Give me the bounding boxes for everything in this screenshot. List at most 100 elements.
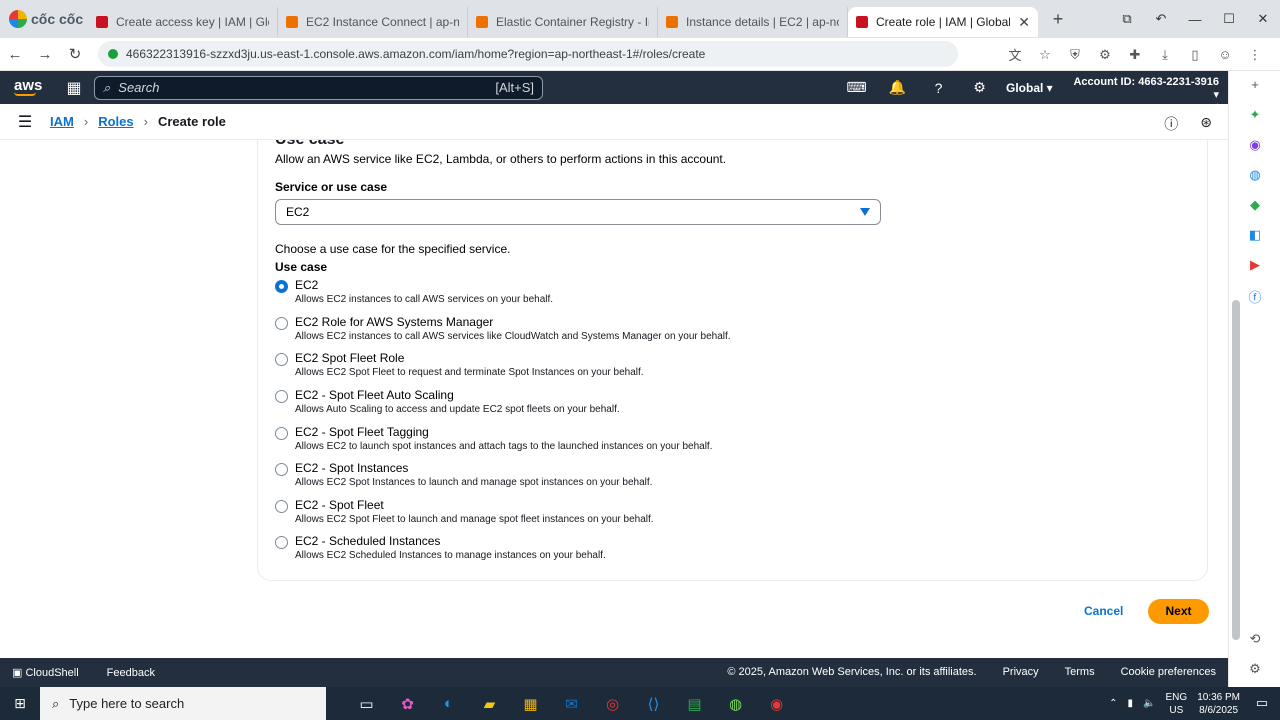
cancel-button[interactable]: Cancel <box>1084 604 1123 618</box>
use-case-option[interactable]: EC2 Allows EC2 instances to call AWS serv… <box>275 276 875 310</box>
bookmark-star-icon[interactable]: ☆ <box>1030 47 1060 63</box>
use-case-option[interactable]: EC2 Spot Fleet Role Allows EC2 Spot Fleet… <box>275 349 875 383</box>
use-case-option[interactable]: EC2 - Scheduled Instances Allows EC2 Sche… <box>275 532 875 566</box>
game-icon[interactable]: ◆ <box>1229 197 1280 213</box>
notification-icon[interactable]: ▭ <box>1256 695 1268 711</box>
browser-tab[interactable]: EC2 Instance Connect | ap-north <box>278 7 468 37</box>
file-explorer-icon[interactable]: ▰ <box>469 695 510 713</box>
volume-icon[interactable]: 🔈 <box>1143 698 1155 709</box>
battery-icon[interactable]: ▮ <box>1128 698 1134 709</box>
outlook-icon[interactable]: ✉ <box>551 695 592 713</box>
terms-link[interactable]: Terms <box>1065 666 1095 678</box>
copilot-icon[interactable]: ✿ <box>387 695 428 713</box>
use-case-option[interactable]: EC2 Role for AWS Systems Manager Allows E… <box>275 313 875 347</box>
close-window-icon[interactable]: ✕ <box>1246 11 1280 27</box>
chrome-icon[interactable]: ◎ <box>592 695 633 713</box>
clock[interactable]: 10:36 PM 8/6/2025 <box>1197 691 1240 717</box>
taskbar-apps: ▭ ✿ ◐ ▰ ▦ ✉ ◎ ⟨⟩ ▤ ◍ ◉ <box>346 695 797 713</box>
next-button[interactable]: Next <box>1148 599 1209 624</box>
minimize-icon[interactable]: — <box>1178 12 1212 27</box>
privacy-link[interactable]: Privacy <box>1003 666 1039 678</box>
services-grid-icon[interactable]: ▦ <box>54 78 94 98</box>
radio-unselected[interactable] <box>275 317 288 330</box>
use-case-option[interactable]: EC2 - Spot Instances Allows EC2 Spot Inst… <box>275 459 875 493</box>
use-case-option[interactable]: EC2 - Spot Fleet Tagging Allows EC2 to la… <box>275 423 875 457</box>
breadcrumb-iam[interactable]: IAM <box>50 114 74 129</box>
taskbar-search-input[interactable]: ⌕ Type here to search <box>40 687 326 720</box>
vscode-icon[interactable]: ⟨⟩ <box>633 695 674 713</box>
notifications-bell-icon[interactable]: 🔔 <box>877 79 918 96</box>
youtube-icon[interactable]: ▶ <box>1229 257 1280 273</box>
browser-tab[interactable]: Create access key | IAM | Global <box>88 7 278 37</box>
store-icon[interactable]: ▦ <box>510 695 551 713</box>
recorder-icon[interactable]: ◉ <box>756 695 797 713</box>
radio-selected[interactable] <box>275 280 288 293</box>
menu-icon[interactable]: ⋮ <box>1240 47 1270 63</box>
ai-assistant-icon[interactable]: ✦ <box>1229 107 1280 123</box>
coccoc-taskbar-icon[interactable]: ◍ <box>715 695 756 713</box>
maximize-icon[interactable]: ☐ <box>1212 11 1246 27</box>
back-history-icon[interactable]: ↶ <box>1144 11 1178 27</box>
hamburger-menu-icon[interactable]: ☰ <box>0 112 50 132</box>
cloudshell-link[interactable]: ▣ CloudShell <box>12 666 79 679</box>
browser-tab[interactable]: Instance details | EC2 | ap-north <box>658 7 848 37</box>
translate-sidebar-icon[interactable]: ◧ <box>1229 227 1280 243</box>
spreadsheet-icon[interactable]: ▤ <box>674 695 715 713</box>
feedback-icon[interactable]: ⊛ <box>1200 114 1212 134</box>
messenger-icon[interactable]: ◉ <box>1229 137 1280 153</box>
help-icon[interactable]: ? <box>918 80 959 96</box>
cloudshell-icon[interactable]: ⌨ <box>836 79 877 96</box>
zalo-icon[interactable]: ◍ <box>1229 167 1280 183</box>
cookie-preferences-link[interactable]: Cookie preferences <box>1121 666 1216 678</box>
search-shortcut: [Alt+S] <box>495 80 534 95</box>
aws-search-input[interactable]: ⌕ Search [Alt+S] <box>94 75 543 100</box>
url-field[interactable]: 466322313916-szzxd3ju.us-east-1.console.… <box>98 41 958 67</box>
browser-brand: cốc cốc <box>0 10 88 28</box>
settings-gear-icon[interactable]: ⚙ <box>959 79 1000 96</box>
language-indicator[interactable]: ENG US <box>1166 691 1188 717</box>
use-case-option[interactable]: EC2 - Spot Fleet Allows EC2 Spot Fleet to… <box>275 496 875 530</box>
region-selector[interactable]: Global ▾ <box>1006 81 1053 95</box>
use-case-option[interactable]: EC2 - Spot Fleet Auto Scaling Allows Auto… <box>275 386 875 420</box>
tray-arrow-icon[interactable]: ⌃ <box>1109 698 1117 709</box>
sidebar-settings-icon[interactable]: ⚙ <box>1229 661 1280 677</box>
breadcrumb-roles[interactable]: Roles <box>98 114 133 129</box>
windows-taskbar: ⊞ ⌕ Type here to search ▭ ✿ ◐ ▰ ▦ ✉ ◎ ⟨⟩… <box>0 687 1280 720</box>
shield-icon[interactable]: ⛨ <box>1060 47 1090 63</box>
taskbar-search-placeholder: Type here to search <box>69 696 185 711</box>
translate-icon[interactable]: 文 <box>1000 45 1030 64</box>
info-icon[interactable]: ⓘ <box>1164 114 1178 134</box>
forward-icon[interactable]: → <box>30 46 60 63</box>
browser-tab[interactable]: Elastic Container Registry - Imag <box>468 7 658 37</box>
scrollbar-thumb[interactable] <box>1232 300 1240 640</box>
use-case-hint: Choose a use case for the specified serv… <box>275 242 511 256</box>
radio-unselected[interactable] <box>275 500 288 513</box>
browser-tab-active[interactable]: Create role | IAM | Global ✕ <box>848 7 1038 37</box>
new-tab-icon[interactable]: + <box>1046 9 1070 30</box>
option-description: Allows EC2 instances to call AWS service… <box>295 294 554 305</box>
radio-unselected[interactable] <box>275 536 288 549</box>
coccoc-logo-icon <box>9 10 27 28</box>
screenshot-icon[interactable]: ⧉ <box>1110 11 1144 27</box>
back-icon[interactable]: ← <box>0 46 30 63</box>
sidebar-toggle-icon[interactable]: ▯ <box>1180 47 1210 63</box>
download-icon[interactable]: ⤓ <box>1150 47 1180 63</box>
profile-icon[interactable]: ☺ <box>1210 47 1240 62</box>
edge-icon[interactable]: ◐ <box>428 695 469 713</box>
windows-start-icon[interactable]: ⊞ <box>0 695 40 712</box>
aws-logo[interactable]: aws <box>0 78 54 96</box>
radio-unselected[interactable] <box>275 390 288 403</box>
extension-icon[interactable]: ⚙ <box>1090 47 1120 63</box>
close-tab-icon[interactable]: ✕ <box>1018 14 1030 31</box>
use-case-label: Use case <box>275 260 328 274</box>
radio-unselected[interactable] <box>275 353 288 366</box>
feedback-link[interactable]: Feedback <box>107 667 155 679</box>
add-icon[interactable]: + <box>1229 77 1280 92</box>
service-select[interactable]: EC2 <box>275 199 881 225</box>
use-case-panel: Use case Allow an AWS service like EC2, … <box>257 140 1208 581</box>
reload-icon[interactable]: ↻ <box>60 45 90 63</box>
radio-unselected[interactable] <box>275 427 288 440</box>
puzzle-icon[interactable]: ✚ <box>1120 47 1150 63</box>
task-view-icon[interactable]: ▭ <box>346 695 387 713</box>
radio-unselected[interactable] <box>275 463 288 476</box>
